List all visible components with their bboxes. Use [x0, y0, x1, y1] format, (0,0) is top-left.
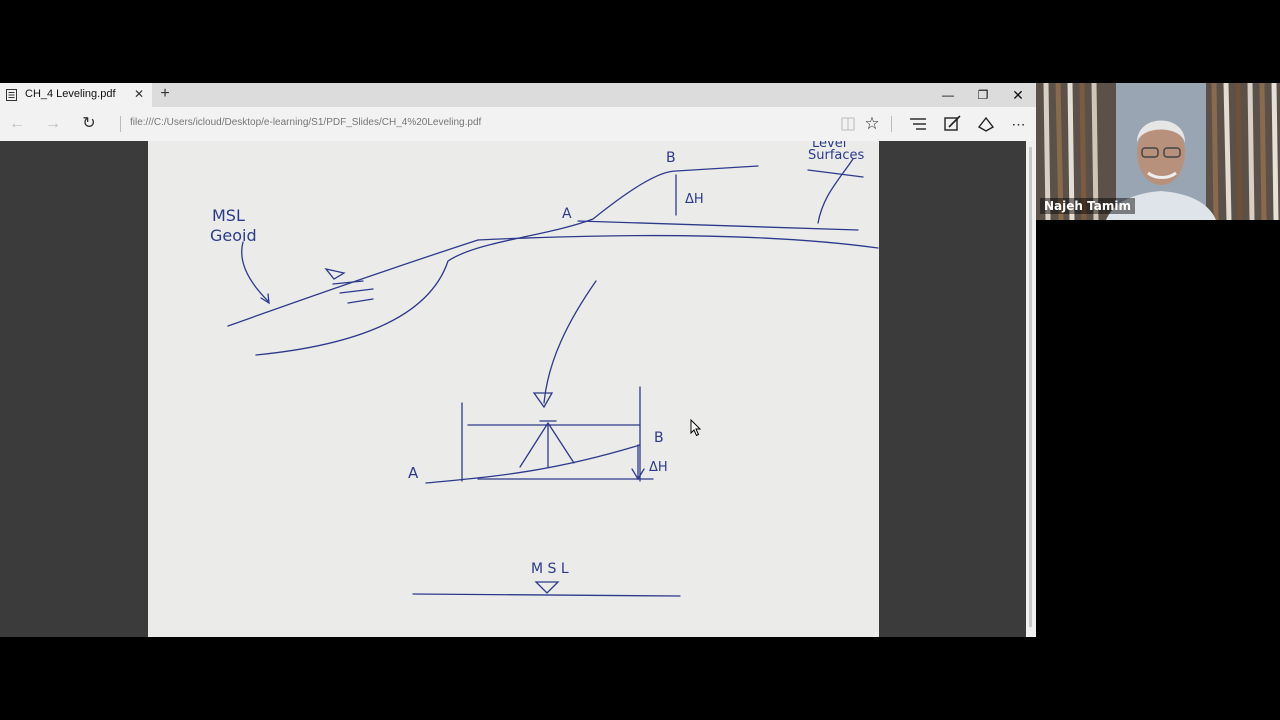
down-arrow-shaft — [543, 280, 597, 404]
ground-bottom — [425, 444, 641, 484]
tab-pdf[interactable]: CH_4 Leveling.pdf ✕ — [0, 83, 152, 107]
label-b-top: B — [666, 150, 676, 166]
hub-icon[interactable] — [905, 112, 931, 136]
label-delta-h-bottom: ΔH — [649, 460, 668, 475]
address-bar-row: ← → ↻ file:///C:/Users/icloud/Desktop/e-… — [0, 107, 1036, 141]
label-msl-bottom: M S L — [531, 561, 569, 577]
geoid-arrow — [241, 241, 269, 302]
level-surface-line-2 — [577, 220, 859, 231]
tab-bar: CH_4 Leveling.pdf ✕ + — ❐ ✕ — [0, 83, 1036, 107]
label-b-bottom: B — [654, 430, 664, 446]
label-msl: MSL — [212, 206, 245, 225]
pdf-page[interactable]: B A ΔH MSL Geoid Level Surfaces A B ΔH M… — [148, 141, 879, 637]
label-level-surfaces-2: Surfaces — [808, 148, 865, 163]
star-favorite-icon[interactable]: ☆ — [859, 112, 885, 136]
level-surface-line-3 — [807, 169, 864, 178]
share-icon[interactable] — [973, 112, 999, 136]
webcam-tile[interactable]: Najeh Tamim — [1036, 83, 1280, 220]
level-arrow — [817, 158, 854, 224]
refresh-icon[interactable]: ↻ — [77, 112, 101, 136]
water-ripple-3 — [347, 298, 374, 304]
reading-view-icon[interactable] — [835, 112, 861, 136]
tab-close-icon[interactable]: ✕ — [132, 86, 146, 102]
label-delta-h-top: ΔH — [685, 192, 704, 207]
browser-window: CH_4 Leveling.pdf ✕ + — ❐ ✕ ← → ↻ file:/… — [0, 83, 1036, 637]
leveling-sketch: B A ΔH MSL Geoid Level Surfaces A B ΔH M… — [210, 141, 879, 597]
pdf-viewer: B A ΔH MSL Geoid Level Surfaces A B ΔH M… — [0, 141, 1036, 637]
scrollbar-thumb[interactable] — [1029, 147, 1032, 627]
url-divider — [120, 116, 121, 132]
msl-water-surface — [227, 239, 479, 327]
ground-profile — [255, 165, 759, 356]
participant-name: Najeh Tamim — [1040, 198, 1135, 214]
label-a-top: A — [562, 206, 572, 222]
label-geoid: Geoid — [210, 226, 257, 245]
level-surface-line-1 — [477, 234, 879, 249]
web-note-icon[interactable] — [939, 112, 965, 136]
water-triangle — [324, 267, 346, 280]
close-window-icon[interactable]: ✕ — [1000, 83, 1036, 107]
label-a-bottom: A — [408, 464, 419, 482]
pdf-document-icon — [6, 89, 17, 101]
vertical-scrollbar[interactable] — [1026, 141, 1036, 637]
forward-arrow-icon[interactable]: → — [41, 112, 65, 136]
down-arrow-head — [532, 392, 554, 409]
msl-bottom-line — [412, 593, 681, 597]
minimize-icon[interactable]: — — [930, 83, 966, 107]
delta-h-bottom-arrow — [631, 444, 645, 481]
url-field[interactable]: file:///C:/Users/icloud/Desktop/e-learni… — [130, 117, 481, 128]
back-arrow-icon[interactable]: ← — [5, 112, 29, 136]
msl-bottom-triangle — [534, 581, 560, 594]
restore-icon[interactable]: ❐ — [965, 83, 1001, 107]
toolbar-divider — [891, 116, 892, 132]
new-tab-icon[interactable]: + — [157, 86, 173, 102]
water-ripple-2 — [339, 288, 374, 294]
tab-title: CH_4 Leveling.pdf — [25, 88, 116, 100]
instrument-tripod — [519, 422, 575, 468]
more-menu-icon[interactable]: ⋯ — [1006, 112, 1032, 136]
mouse-pointer-icon — [690, 419, 702, 437]
